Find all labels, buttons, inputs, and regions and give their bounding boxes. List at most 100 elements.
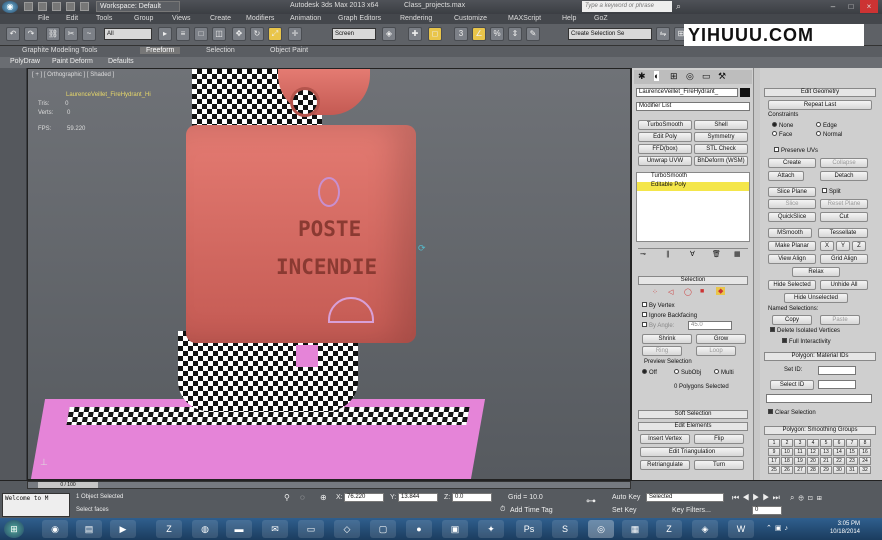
cut-button[interactable]: Cut xyxy=(820,212,868,222)
smoothing-group-button[interactable]: 16 xyxy=(859,448,871,456)
slice-button[interactable]: Slice xyxy=(768,199,816,209)
msmooth-button[interactable]: MSmooth xyxy=(768,228,812,238)
key-icon[interactable]: ⊶ xyxy=(586,496,596,507)
viewport-perspective[interactable]: [ + ] [ Orthographic ] [ Shaded ] Lauren… xyxy=(27,68,631,480)
smoothing-group-button[interactable]: 25 xyxy=(768,466,780,474)
smoothing-group-button[interactable]: 11 xyxy=(794,448,806,456)
selection-filter-select[interactable]: All xyxy=(104,28,152,40)
angle-snap-icon[interactable]: ∠ xyxy=(472,27,486,41)
mirror-icon[interactable]: ⇋ xyxy=(656,27,670,41)
file-explorer-icon[interactable]: ▤ xyxy=(76,520,102,538)
tab-selection[interactable]: Selection xyxy=(206,47,235,54)
game-icon[interactable]: ✦ xyxy=(478,520,504,538)
make-unique-icon[interactable]: ∀ xyxy=(690,250,695,258)
menu-tools[interactable]: Tools xyxy=(96,15,112,22)
panel-polydraw[interactable]: PolyDraw xyxy=(10,58,40,65)
smoothing-group-button[interactable]: 24 xyxy=(859,457,871,465)
edit-geometry-rollout[interactable]: Edit Geometry xyxy=(764,88,876,97)
select-object-icon[interactable]: ▸ xyxy=(158,27,172,41)
material-ids-rollout[interactable]: Polygon: Material IDs xyxy=(764,352,876,361)
firefox-icon[interactable]: ◉ xyxy=(42,520,68,538)
planar-y-button[interactable]: Y xyxy=(836,241,850,251)
add-time-tag[interactable]: Add Time Tag xyxy=(510,507,553,514)
menu-file[interactable]: File xyxy=(38,15,49,22)
app-icon[interactable]: ▦ xyxy=(622,520,648,538)
snap-3d-icon[interactable]: 3 xyxy=(454,27,468,41)
media-player-icon[interactable]: ▶ xyxy=(110,520,136,538)
reference-coord-select[interactable]: Screen xyxy=(332,28,376,40)
constraint-normal-radio[interactable]: Normal xyxy=(816,131,842,138)
full-interactivity-checkbox[interactable]: Full Interactivity xyxy=(782,338,831,345)
search-icon[interactable]: ⌕ xyxy=(676,1,681,12)
viewport-label[interactable]: [ + ] [ Orthographic ] [ Shaded ] xyxy=(32,72,114,78)
material-name-select[interactable] xyxy=(766,394,872,403)
set-id-field[interactable] xyxy=(818,366,856,375)
delete-isolated-checkbox[interactable]: Delete Isolated Vertices xyxy=(770,327,840,334)
smoothing-group-button[interactable]: 31 xyxy=(846,466,858,474)
smoothing-group-button[interactable]: 2 xyxy=(781,439,793,447)
selection-rollout-header[interactable]: Selection xyxy=(638,276,748,285)
menu-customize[interactable]: Customize xyxy=(454,15,487,22)
start-icon[interactable]: ⊞ xyxy=(4,520,24,538)
explorer-icon[interactable]: ▭ xyxy=(298,520,324,538)
select-id-button[interactable]: Select ID xyxy=(770,380,814,390)
chrome-icon[interactable]: ◍ xyxy=(192,520,218,538)
utilities-tab-icon[interactable]: ⚒ xyxy=(718,71,726,82)
unity-icon[interactable]: ◈ xyxy=(692,520,718,538)
unhide-all-button[interactable]: Unhide All xyxy=(820,280,868,290)
y-coord-field[interactable]: 13.844 xyxy=(398,493,438,502)
reset-plane-button[interactable]: Reset Plane xyxy=(820,199,868,209)
create-button[interactable]: Create xyxy=(768,158,816,168)
grow-button[interactable]: Grow xyxy=(696,334,746,344)
keyboard-shortcut-override-icon[interactable]: ◻ xyxy=(428,27,442,41)
maximize-icon[interactable]: □ xyxy=(842,0,860,13)
menu-views[interactable]: Views xyxy=(172,15,191,22)
smoothing-group-button[interactable]: 27 xyxy=(794,466,806,474)
shrink-button[interactable]: Shrink xyxy=(642,334,692,344)
link-icon[interactable]: ⛓ xyxy=(46,27,60,41)
photoshop-icon[interactable]: Ps xyxy=(516,520,542,538)
maxscript-listener[interactable]: Welcome to M xyxy=(2,493,70,517)
smoothing-group-button[interactable]: 32 xyxy=(859,466,871,474)
preview-multi-radio[interactable]: Multi xyxy=(714,369,734,376)
select-move-icon[interactable]: ✥ xyxy=(232,27,246,41)
pin-stack-icon[interactable]: ⊸ xyxy=(640,250,646,258)
planar-x-button[interactable]: X xyxy=(820,241,834,251)
rect-selection-icon[interactable]: □ xyxy=(194,27,208,41)
zbrush-icon[interactable]: Z xyxy=(656,520,682,538)
smoothing-group-button[interactable]: 26 xyxy=(781,466,793,474)
redo-icon[interactable] xyxy=(80,2,89,11)
open-icon[interactable] xyxy=(38,2,47,11)
tab-graphite-modeling[interactable]: Graphite Modeling Tools xyxy=(22,47,97,54)
smoothing-group-button[interactable]: 17 xyxy=(768,457,780,465)
slice-plane-button[interactable]: Slice Plane xyxy=(768,187,816,197)
edge-mode-icon[interactable]: ◁ xyxy=(668,288,673,296)
attach-button[interactable]: Attach xyxy=(768,171,804,181)
smoothing-group-button[interactable]: 30 xyxy=(833,466,845,474)
edit-named-sets-icon[interactable]: ✎ xyxy=(526,27,540,41)
grid-align-button[interactable]: Grid Align xyxy=(820,254,868,264)
time-tag-icon[interactable]: ⏱ xyxy=(500,506,505,514)
select-rotate-icon[interactable]: ↻ xyxy=(250,27,264,41)
lock-icon[interactable]: ⚲ xyxy=(284,493,290,502)
menu-graph-editors[interactable]: Graph Editors xyxy=(338,15,381,22)
bind-spacewarp-icon[interactable]: ~ xyxy=(82,27,96,41)
view-align-button[interactable]: View Align xyxy=(768,254,816,264)
show-end-result-icon[interactable]: ∥ xyxy=(666,250,670,258)
smoothing-group-button[interactable]: 28 xyxy=(807,466,819,474)
motion-tab-icon[interactable]: ◎ xyxy=(686,71,694,82)
menu-edit[interactable]: Edit xyxy=(66,15,78,22)
panel-defaults[interactable]: Defaults xyxy=(108,58,134,65)
pivot-icon[interactable]: ◈ xyxy=(382,27,396,41)
auto-key-button[interactable]: Auto Key xyxy=(612,494,640,501)
hide-unselected-button[interactable]: Hide Unselected xyxy=(784,293,848,303)
constraint-edge-radio[interactable]: Edge xyxy=(816,122,837,129)
preserve-uvs-checkbox[interactable]: Preserve UVs xyxy=(774,147,818,154)
smoothing-group-button[interactable]: 14 xyxy=(833,448,845,456)
smoothing-group-button[interactable]: 3 xyxy=(794,439,806,447)
menu-goz[interactable]: GoZ xyxy=(594,15,608,22)
smoothing-group-button[interactable]: 6 xyxy=(833,439,845,447)
copy-button[interactable]: Copy xyxy=(772,315,812,325)
vertex-mode-icon[interactable]: ⁘ xyxy=(652,288,658,296)
remove-modifier-icon[interactable]: 🗑 xyxy=(712,250,721,258)
